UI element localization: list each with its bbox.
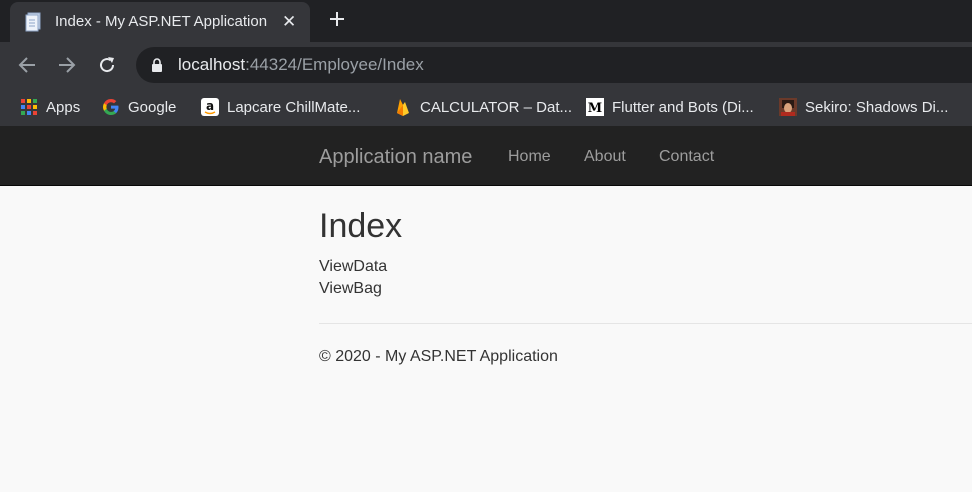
- bookmark-lapcare[interactable]: a Lapcare ChillMate...: [201, 96, 360, 118]
- firebase-icon: [397, 99, 409, 116]
- bookmark-label: Flutter and Bots (Di...: [612, 98, 754, 116]
- back-arrow-icon[interactable]: [16, 54, 38, 76]
- page-title: Index: [319, 207, 403, 245]
- lock-icon[interactable]: [151, 58, 163, 72]
- browser-tab[interactable]: Index - My ASP.NET Application ✕: [10, 2, 310, 42]
- nav-home-link[interactable]: Home: [508, 148, 551, 166]
- nav-contact-link[interactable]: Contact: [659, 148, 714, 166]
- svg-text:a: a: [206, 99, 214, 113]
- url-text[interactable]: localhost:44324/Employee/Index: [178, 55, 424, 75]
- reload-icon[interactable]: [96, 54, 118, 76]
- bookmarks-bar: Apps Google a Lapcare ChillMate... CALCU…: [0, 88, 972, 126]
- bookmark-google[interactable]: Google: [102, 96, 176, 118]
- viewbag-text: ViewBag: [319, 280, 382, 297]
- bookmark-sekiro[interactable]: Sekiro: Shadows Di...: [779, 96, 948, 118]
- bookmark-apps[interactable]: Apps: [20, 96, 80, 118]
- tab-strip: Index - My ASP.NET Application ✕: [0, 0, 972, 42]
- tab-title: Index - My ASP.NET Application: [55, 13, 268, 30]
- medium-icon: M: [586, 98, 604, 116]
- bookmark-label: CALCULATOR – Dat...: [420, 98, 572, 116]
- url-host: localhost: [178, 55, 246, 74]
- bookmark-calculator[interactable]: CALCULATOR – Dat...: [394, 96, 572, 118]
- bookmark-label: Apps: [46, 98, 81, 116]
- amazon-icon: a: [201, 98, 219, 116]
- google-icon: [103, 99, 119, 115]
- browser-toolbar: localhost:44324/Employee/Index: [0, 42, 972, 88]
- bookmark-label: Google: [128, 98, 177, 116]
- brand-link[interactable]: Application name: [319, 146, 472, 169]
- site-navbar: Application name Home About Contact: [0, 126, 972, 186]
- address-bar[interactable]: localhost:44324/Employee/Index: [136, 47, 972, 83]
- bookmark-label: Lapcare ChillMate...: [227, 98, 361, 116]
- new-tab-icon[interactable]: [327, 9, 347, 29]
- forward-arrow-icon[interactable]: [56, 54, 78, 76]
- svg-text:M: M: [588, 101, 602, 116]
- url-path: :44324/Employee/Index: [245, 55, 424, 74]
- tab-close-icon[interactable]: ✕: [282, 13, 296, 30]
- footer-copyright: © 2020 - My ASP.NET Application: [319, 348, 558, 365]
- nav-about-link[interactable]: About: [584, 148, 626, 166]
- apps-grid-icon: [21, 99, 37, 115]
- page-favicon-icon: [25, 12, 41, 32]
- bookmark-flutter[interactable]: M Flutter and Bots (Di...: [586, 96, 754, 118]
- sekiro-thumbnail-icon: [779, 98, 797, 116]
- bookmark-label: Sekiro: Shadows Di...: [805, 98, 949, 116]
- viewdata-text: ViewData: [319, 258, 388, 275]
- footer-divider: [319, 323, 972, 324]
